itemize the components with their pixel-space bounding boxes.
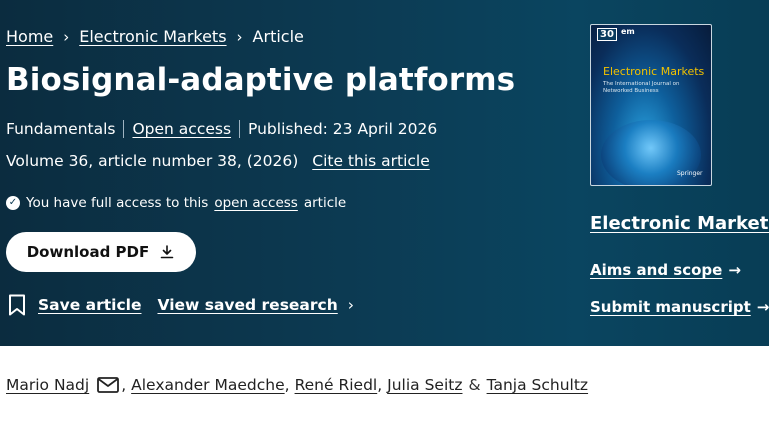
- chevron-right-icon: ›: [63, 27, 70, 46]
- author-link[interactable]: Tanja Schultz: [487, 376, 588, 394]
- article-header: Home › Electronic Markets › Article Bios…: [0, 0, 769, 346]
- journal-name-link[interactable]: Electronic Markets: [590, 213, 769, 234]
- author-separator: ,: [284, 376, 290, 394]
- author-link[interactable]: René Riedl: [295, 376, 378, 394]
- author-separator: ,: [121, 376, 127, 394]
- author-link[interactable]: Julia Seitz: [387, 376, 462, 394]
- breadcrumb-journal[interactable]: Electronic Markets: [79, 27, 226, 46]
- access-note-suffix: article: [303, 195, 347, 211]
- arrow-right-icon: →: [756, 298, 769, 316]
- author-ampersand: &: [468, 376, 481, 394]
- article-type: Fundamentals: [6, 120, 116, 138]
- cover-subtitle: The International Journal on Networked B…: [603, 81, 680, 94]
- divider: [123, 120, 125, 138]
- cover-abbrev: em: [621, 27, 635, 36]
- access-note: ✓ You have full access to this open acce…: [6, 195, 346, 211]
- cite-article-link[interactable]: Cite this article: [312, 152, 430, 170]
- article-meta: Fundamentals Open access Published: 23 A…: [6, 120, 437, 138]
- view-saved-research-link[interactable]: View saved research: [157, 296, 337, 314]
- cover-badge: 30: [597, 28, 617, 41]
- aims-and-scope-link[interactable]: Aims and scope →: [590, 261, 741, 279]
- cover-title: Electronic Markets: [603, 65, 705, 78]
- author-separator: ,: [377, 376, 383, 394]
- open-access-link[interactable]: Open access: [132, 120, 231, 138]
- arrow-right-icon: →: [728, 261, 741, 279]
- download-pdf-button[interactable]: Download PDF: [6, 232, 196, 272]
- access-note-link[interactable]: open access: [214, 195, 297, 211]
- article-citation-row: Volume 36, article number 38, (2026) Cit…: [6, 152, 430, 170]
- mail-icon[interactable]: [97, 377, 120, 393]
- check-circle-icon: ✓: [6, 196, 20, 210]
- volume-info: Volume 36, article number 38, (2026): [6, 152, 299, 170]
- submit-manuscript-label: Submit manuscript: [590, 298, 751, 316]
- breadcrumb: Home › Electronic Markets › Article: [6, 27, 304, 46]
- bookmark-icon[interactable]: [8, 294, 26, 316]
- breadcrumb-home[interactable]: Home: [6, 27, 53, 46]
- submit-manuscript-link[interactable]: Submit manuscript →: [590, 298, 769, 316]
- divider: [239, 120, 241, 138]
- save-actions: Save article View saved research ›: [8, 294, 354, 316]
- chevron-right-icon: ›: [236, 27, 243, 46]
- aims-and-scope-label: Aims and scope: [590, 261, 723, 279]
- author-link[interactable]: Mario Nadj: [6, 376, 89, 394]
- access-note-prefix: You have full access to this: [26, 195, 209, 211]
- journal-cover[interactable]: 30 em Electronic Markets The Internation…: [590, 24, 712, 186]
- chevron-right-icon: ›: [347, 296, 354, 314]
- save-article-link[interactable]: Save article: [38, 296, 141, 314]
- download-pdf-label: Download PDF: [26, 243, 150, 261]
- breadcrumb-current: Article: [252, 27, 304, 46]
- article-title: Biosignal-adaptive platforms: [6, 62, 516, 98]
- author-link[interactable]: Alexander Maedche: [131, 376, 284, 394]
- author-list: Mario Nadj , Alexander Maedche , René Ri…: [6, 376, 588, 394]
- cover-publisher: Springer: [677, 170, 703, 177]
- download-icon: [160, 245, 174, 259]
- published-date: Published: 23 April 2026: [248, 120, 438, 138]
